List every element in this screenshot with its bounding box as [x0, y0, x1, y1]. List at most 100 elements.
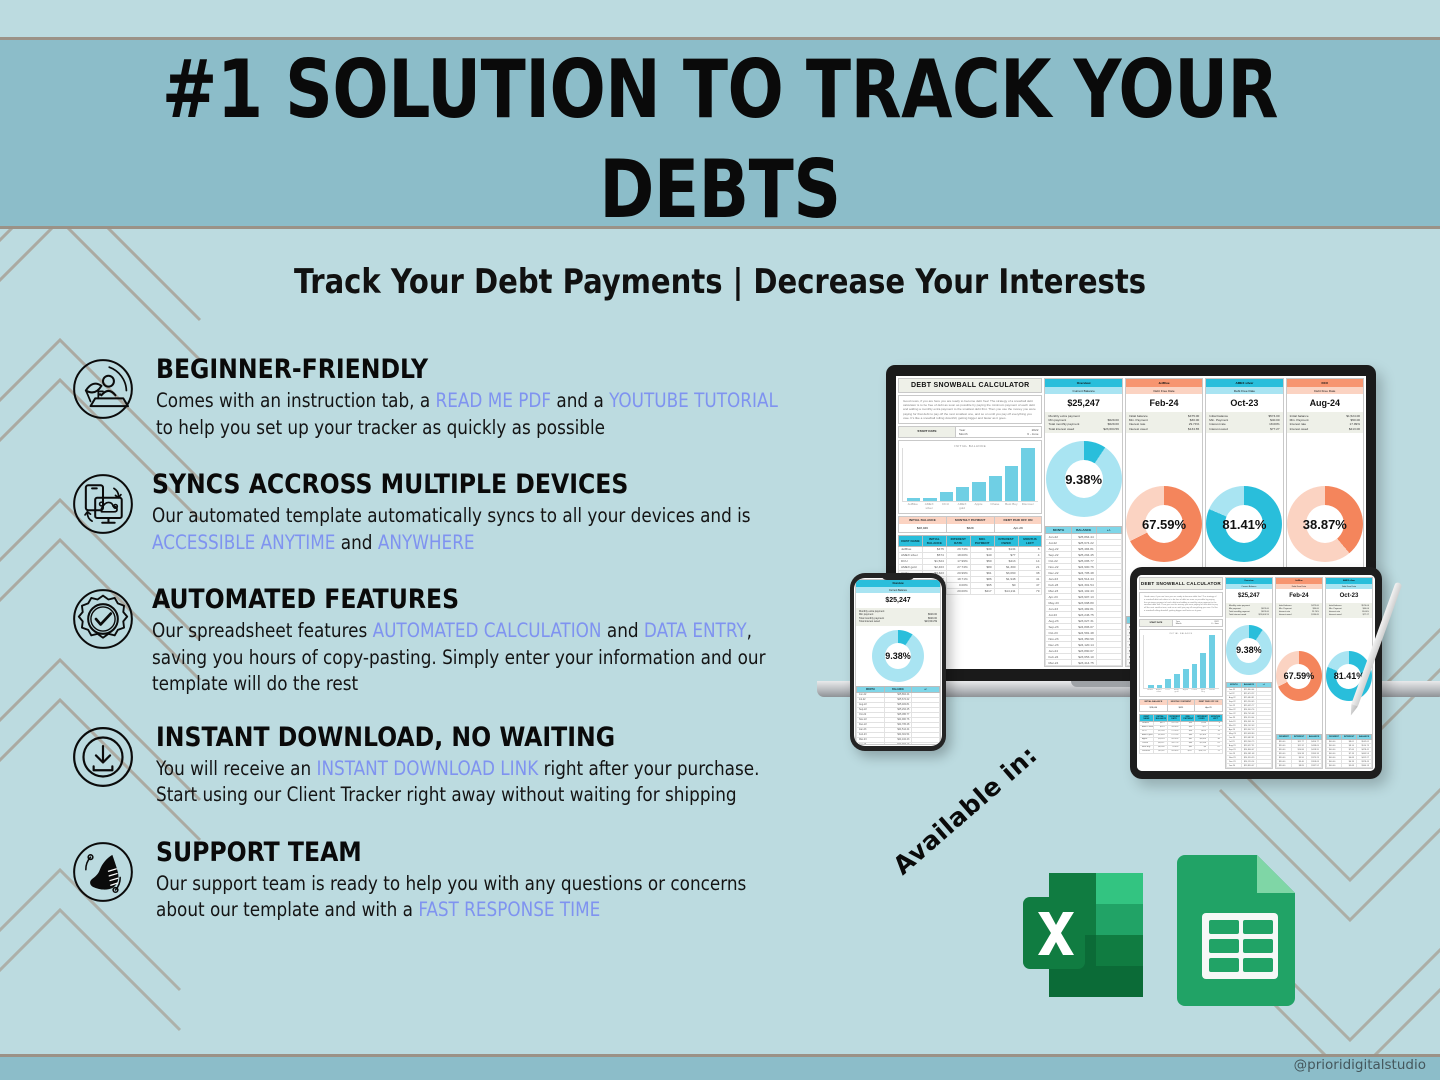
chart-x-tick: Chase: [1191, 688, 1198, 691]
table-cell: 79: [1207, 748, 1223, 754]
card-metrics: Monthly extra payment Min payment $629.00 T…: [1225, 603, 1272, 619]
summary-stat-value: $28,046: [1149, 706, 1158, 709]
chart-bar: [1165, 679, 1172, 688]
page-subtitle: Track Your Debt Payments | Decrease Your…: [293, 262, 1147, 302]
table-header-cell: DEBT NAME: [1139, 713, 1154, 722]
card-subtitle: Debt Free Date: [1286, 387, 1364, 394]
card-title: AMEX silver: [1206, 379, 1283, 387]
chart-x-tick: Apple: [1182, 688, 1189, 691]
donut-chart: 38.87%: [1286, 486, 1363, 563]
metric-row: Interest owed $77.27: [1328, 613, 1369, 616]
card-value: Oct-23: [1339, 593, 1359, 599]
microsoft-excel-icon: [1023, 873, 1143, 997]
card-title: DCU: [1286, 379, 1364, 387]
card-metrics: Initial balance $475.00 Min. Payment $30.00…: [1275, 603, 1322, 619]
spreadsheet-tablet: DEBT SNOWBALL CALCULATOR Good news, if yo…: [1137, 575, 1375, 771]
summary-stat-value: $28,046: [916, 525, 928, 530]
summary-stat: DEBT PAID OFF ON Apr-29: [994, 516, 1042, 532]
donut-value: 67.59%: [1283, 671, 1315, 682]
summary-stat-value: Apr-29: [1013, 525, 1023, 530]
chart-bar: [1200, 653, 1207, 688]
chart-x-tick: AMEX silver: [924, 501, 934, 510]
chart-x-tick: JetBlue: [1147, 688, 1153, 691]
table-cell: $40.00: [1325, 763, 1342, 768]
chart-x-tick: DCU: [1165, 688, 1170, 691]
card-value: Oct-23: [1230, 398, 1259, 408]
card-metrics: Initial balance $574.00 Min. Payment $40.00…: [1325, 603, 1372, 619]
donut-chart: 81.41%: [1206, 486, 1283, 563]
donut-chart: 67.59%: [1126, 486, 1203, 563]
donut-chart: 9.38%: [1045, 441, 1122, 518]
table-header-cell: INITIAL BALANCE: [921, 534, 947, 547]
table-header-cell: INTEREST RATE: [1166, 713, 1182, 722]
table-row: Discover$9,31120.00%$217$14,21179: [1139, 748, 1223, 754]
donut-chart-wrap: 9.38%: [856, 626, 940, 686]
feature-title: SUPPORT TEAM: [156, 836, 362, 868]
sheet-intro-text: Good news, if you are here you are ready…: [1139, 592, 1223, 617]
feature-title: AUTOMATED FEATURES: [152, 584, 460, 615]
google-sheets-icon: [1177, 855, 1295, 1006]
summary-stat: INITIAL BALANCE $28,046: [1140, 699, 1168, 711]
spreadsheet-phone: Overview Current Balance $25,247 Monthly ex…: [854, 578, 942, 746]
phone-notch: [881, 573, 915, 580]
table-header-cell: INTEREST RATE: [945, 534, 971, 547]
chart-x-tick: Discover: [1209, 688, 1215, 691]
card-column: Overview Current Balance $25,247 Monthly ex…: [1224, 577, 1273, 769]
table-header-cell: +/-: [1095, 526, 1122, 534]
highlight-text: YOUTUBE TUTORIAL: [609, 389, 778, 412]
calculator-main-column: DEBT SNOWBALL CALCULATOR Good news, if yo…: [1139, 577, 1223, 769]
metric-row: Total interest owed $23,604.59: [859, 620, 937, 624]
feature-title: SYNCS ACCROSS MULTIPLE DEVICES: [152, 469, 629, 500]
feature-title: INSTANT DOWNLOAD, NO WAITING: [156, 721, 616, 753]
phone-mockup: Overview Current Balance $25,247 Monthly ex…: [850, 573, 946, 751]
watermark: @prioridigitalstudio: [1293, 1057, 1426, 1073]
card-value: Feb-24: [1289, 593, 1309, 599]
card-metrics: Monthly extra payment Min payment $629.00 T…: [1045, 412, 1122, 433]
table-header-cell: INTEREST OWED: [1194, 713, 1209, 722]
start-date-label: START DATE: [1140, 619, 1173, 626]
initial-balance-chart: INITIAL BALANCEJetBlueAMEX silverDCUAMEX…: [1139, 628, 1223, 697]
card-value: $25,247: [1238, 593, 1260, 599]
available-in-section: Available in:: [887, 740, 1305, 1025]
donut-value: 9.38%: [1236, 645, 1262, 656]
metric-row: Interest owed $413.00: [1289, 426, 1361, 431]
chart-bar: [923, 497, 937, 501]
chart-x-labels: JetBlue AMEX silver DCU AMEX gold Apple Chase…: [902, 502, 1038, 510]
donut-chart: 9.38%: [872, 629, 924, 682]
feature-description: Our automated template automatically syn…: [152, 504, 751, 554]
chart-x-tick: AMEX gold: [1173, 688, 1180, 693]
download-arrow-icon: [64, 718, 142, 796]
summary-stat: MONTHLY PAYMENT $629: [1167, 699, 1196, 711]
chart-x-tick: Discover: [1021, 501, 1034, 506]
initial-balance-chart: INITIAL BALANCEJetBlueAMEX silverDCUAMEX…: [898, 439, 1043, 514]
table-cell: 20.00%: [945, 587, 971, 595]
table-cell: Discover: [1139, 748, 1154, 754]
chart-x-tick: Best Buy: [1201, 688, 1206, 693]
highlight-text: INSTANT DOWNLOAD LINK: [316, 756, 539, 780]
chart-bar: [1021, 447, 1035, 501]
feature-automated: AUTOMATED FEATURES Our spreadsheet featu…: [64, 578, 824, 698]
table-cell: [1255, 763, 1272, 768]
card-subtitle: Debt Free Date: [1206, 387, 1283, 394]
donut-value: 81.41%: [1222, 516, 1267, 532]
chart-x-tick: Apple: [974, 501, 983, 506]
card-title: JetBlue: [1125, 379, 1203, 387]
chart-x-tick: AMEX silver: [1155, 688, 1162, 693]
table-cell: $23,907.13: [883, 741, 913, 744]
table-cell: $217: [1180, 748, 1196, 754]
table-cell: Mar-24: [1045, 659, 1072, 666]
summary-stat-value: Apr-29: [1205, 706, 1212, 709]
table-cell: Apr-23: [856, 741, 885, 744]
summary-stat: DEBT PAID OFF ON Apr-29: [1195, 699, 1222, 711]
donut-chart-wrap: 9.38%: [1045, 433, 1122, 526]
chart-bar: [1182, 668, 1189, 688]
highlight-text: DATA ENTRY: [643, 619, 747, 642]
chart-x-tick: JetBlue: [907, 501, 918, 506]
device-mockups: DEBT SNOWBALL CALCULATOR Good news, if yo…: [817, 355, 1440, 785]
metric-row: Interest owed $77.27: [1209, 426, 1280, 431]
card-metrics: Monthly extra payment Min payment $629.00 T…: [856, 608, 940, 626]
donut-value: 38.87%: [1302, 516, 1347, 532]
start-date-label: START DATE: [899, 426, 956, 437]
highlight-text: AUTOMATED CALCULATION: [372, 619, 602, 642]
card-title: Overview: [1045, 379, 1122, 387]
